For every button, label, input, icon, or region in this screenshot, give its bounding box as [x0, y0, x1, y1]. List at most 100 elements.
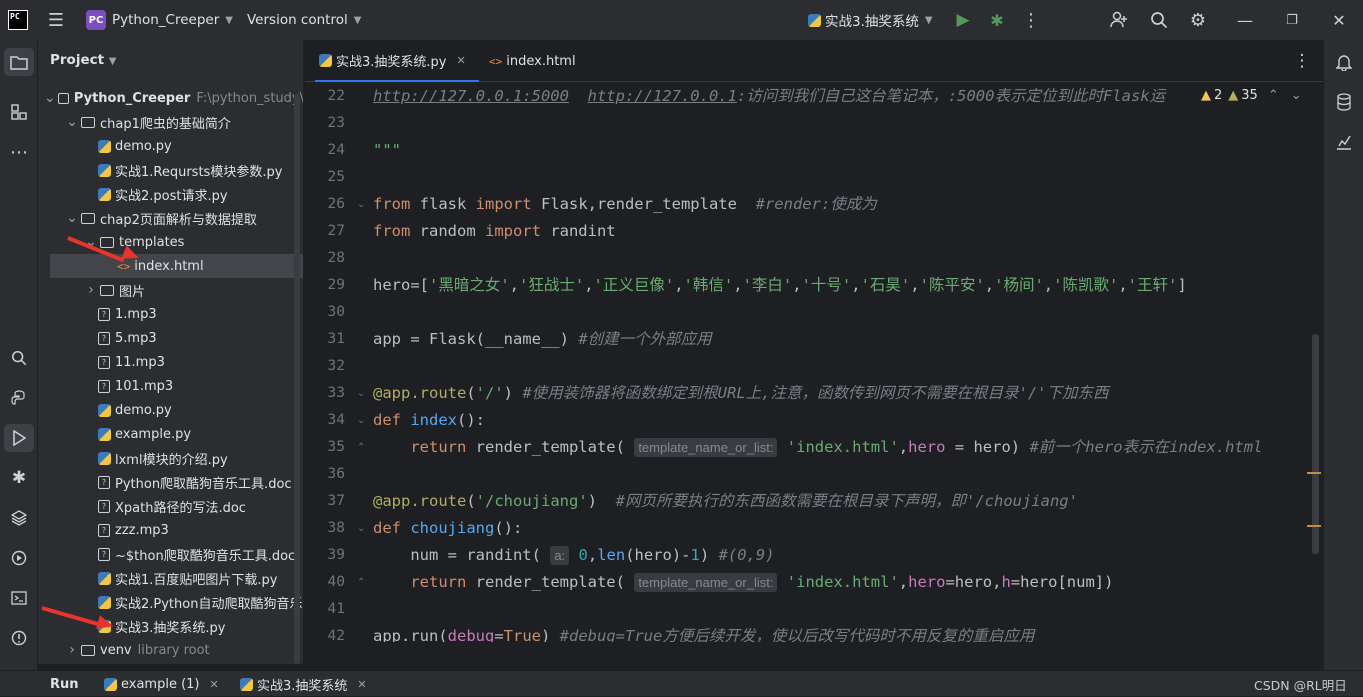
tree-item[interactable]: › venv library root — [38, 638, 303, 662]
tree-item[interactable]: ⌄ chap2页面解析与数据提取 — [38, 206, 303, 230]
tree-item[interactable]: example.py — [38, 422, 303, 446]
run-config-selector[interactable]: 实战3.抽奖系统 ▼ — [808, 0, 933, 40]
watermark-text: CSDN @RL明日 — [1254, 677, 1347, 693]
structure-icon[interactable] — [4, 98, 34, 126]
tree-item-extra: library root — [137, 642, 210, 658]
project-name: Python_Creeper — [112, 12, 220, 28]
problems-icon[interactable] — [4, 624, 34, 652]
tree-item[interactable]: ? Xpath路径的写法.doc — [38, 494, 303, 518]
line-number: 35 — [327, 439, 345, 455]
tree-item[interactable]: ? 1.mp3 — [38, 302, 303, 326]
more-actions-icon[interactable]: ⋮ — [1020, 9, 1042, 31]
run-tab-choujiang[interactable]: 实战3.抽奖系统 ✕ — [240, 671, 367, 697]
tree-item-label: 实战3.抽奖系统.py — [115, 620, 226, 636]
tree-item[interactable]: ⌄ chap1爬虫的基础简介 — [38, 110, 303, 134]
project-scrollbar[interactable] — [294, 94, 300, 664]
project-selector[interactable]: PC Python_Creeper ▼ — [86, 0, 233, 40]
tree-item[interactable]: ? Python爬取酷狗音乐工具.doc — [38, 470, 303, 494]
chevron-down-icon[interactable]: ⌄ — [65, 210, 79, 226]
code-line[interactable]: app.run(debug=True) #debug=True方便后续开发，使以… — [373, 623, 1034, 642]
tree-item[interactable]: demo.py — [38, 134, 303, 158]
weak-warning-count: 35 — [1241, 88, 1258, 103]
close-tab-icon[interactable]: ✕ — [357, 678, 366, 691]
project-panel-header[interactable]: Project ▼ — [50, 52, 116, 68]
sciview-icon[interactable] — [1330, 128, 1358, 156]
code-line[interactable]: http://127.0.0.1:5000 http://127.0.0.1:访… — [373, 83, 1165, 110]
fold-marker-icon[interactable]: ⌃ — [357, 569, 365, 596]
code-line[interactable]: def choujiang(): — [373, 515, 522, 542]
run-tool-icon[interactable] — [4, 424, 34, 452]
settings-gear-icon[interactable]: ⚙ — [1186, 9, 1210, 31]
python-console-icon[interactable] — [4, 384, 34, 412]
code-line[interactable]: num = randint( a: 0,len(hero)-1) #(0,9) — [373, 542, 775, 569]
fold-marker-icon[interactable]: ⌄ — [357, 407, 365, 434]
tree-item[interactable]: ? 11.mp3 — [38, 350, 303, 374]
code-line[interactable]: from flask import Flask,render_template … — [373, 191, 877, 218]
chevron-down-icon[interactable]: ⌄ — [44, 90, 56, 106]
close-tab-icon[interactable]: ✕ — [456, 54, 465, 67]
search-icon[interactable] — [1147, 9, 1171, 31]
tree-item[interactable]: demo.py — [38, 398, 303, 422]
chevron-up-icon[interactable]: ⌃ — [1268, 88, 1279, 103]
python-file-icon — [98, 139, 111, 153]
notifications-bell-icon[interactable] — [1330, 48, 1358, 76]
terminal-icon[interactable] — [4, 584, 34, 612]
tree-item[interactable]: › 图片 — [38, 278, 303, 302]
debug-icon[interactable]: ✱ — [986, 9, 1008, 31]
code-line[interactable]: def index(): — [373, 407, 485, 434]
tab-choujiang-py[interactable]: 实战3.抽奖系统.py ✕ — [315, 40, 479, 82]
tree-item[interactable]: 实战1.Reqursts模块参数.py — [38, 158, 303, 182]
tree-item[interactable]: ? ~$thon爬取酷狗音乐工具.doc — [38, 542, 303, 566]
code-line[interactable]: return render_template( template_name_or… — [373, 434, 1262, 461]
fold-marker-icon[interactable]: ⌄ — [357, 380, 365, 407]
code-editor[interactable]: 22 http://127.0.0.1:5000 http://127.0.0.1… — [305, 82, 1323, 642]
debug-tool-icon[interactable]: ✱ — [4, 464, 34, 492]
layers-icon[interactable] — [4, 504, 34, 532]
add-user-icon[interactable] — [1107, 9, 1131, 31]
code-line[interactable]: app = Flask(__name__) #创建一个外部应用 — [373, 326, 712, 353]
code-line[interactable]: return render_template( template_name_or… — [373, 569, 1113, 596]
chevron-right-icon[interactable]: › — [84, 282, 98, 298]
code-line[interactable]: from random import randint — [373, 218, 616, 245]
code-line[interactable]: @app.route('/choujiang') #网页所要执行的东西函数需要在… — [373, 488, 1078, 515]
tab-index-html[interactable]: <> index.html — [489, 40, 599, 82]
run-icon[interactable]: ▶ — [952, 9, 974, 31]
chevron-down-icon[interactable]: ⌄ — [65, 114, 79, 130]
tree-item[interactable]: 实战2.post请求.py — [38, 182, 303, 206]
tree-item-label: index.html — [134, 258, 204, 274]
code-line[interactable]: @app.route('/') #使用装饰器将函数绑定到根URL上,注意，函数传… — [373, 380, 1109, 407]
tree-item[interactable]: ⌄ Python_Creeper F:\python_study\ — [38, 86, 303, 110]
tree-item[interactable]: ? 5.mp3 — [38, 326, 303, 350]
search-icon[interactable] — [4, 344, 34, 372]
close-icon[interactable]: ✕ — [1327, 9, 1351, 31]
editor-scrollbar[interactable] — [1312, 334, 1319, 554]
fold-marker-icon[interactable]: ⌃ — [357, 434, 365, 461]
tree-item[interactable]: lxml模块的介绍.py — [38, 446, 303, 470]
fold-marker-icon[interactable]: ⌄ — [357, 515, 365, 542]
tree-item[interactable]: 实战1.百度贴吧图片下载.py — [38, 566, 303, 590]
services-icon[interactable] — [4, 544, 34, 572]
project-folder-icon[interactable] — [4, 48, 34, 76]
close-tab-icon[interactable]: ✕ — [210, 678, 219, 691]
tree-item[interactable]: ? zzz.mp3 — [38, 518, 303, 542]
tree-item[interactable]: 实战2.Python自动爬取酷狗音乐 — [38, 590, 303, 614]
chevron-down-icon[interactable]: ⌄ — [1291, 88, 1302, 103]
code-line[interactable]: """ — [373, 137, 401, 164]
tree-item[interactable]: <> index.html — [50, 254, 303, 278]
tab-actions-icon[interactable]: ⋮ — [1291, 50, 1313, 72]
code-line[interactable]: hero=['黑暗之女','狂战士','正义巨像','韩信','李白','十号'… — [373, 272, 1187, 299]
tree-item[interactable]: ? 101.mp3 — [38, 374, 303, 398]
run-label: Run — [50, 676, 79, 692]
run-tab-example[interactable]: example (1) ✕ — [104, 671, 219, 697]
restore-icon[interactable]: ❐ — [1280, 9, 1304, 31]
vcs-selector[interactable]: Version control ▼ — [247, 0, 361, 40]
minimize-icon[interactable]: — — [1233, 9, 1257, 31]
more-tools-icon[interactable]: ⋯ — [4, 138, 34, 166]
run-tool-window-label[interactable]: Run — [50, 671, 79, 697]
main-menu-icon[interactable]: ☰ — [44, 8, 68, 32]
chevron-right-icon[interactable]: › — [65, 642, 79, 658]
database-icon[interactable] — [1330, 88, 1358, 116]
folder-icon — [81, 116, 95, 128]
inspection-widget[interactable]: ▲ 2 ▲ 35 ⌃ ⌄ — [1193, 82, 1323, 109]
fold-marker-icon[interactable]: ⌄ — [357, 191, 365, 218]
